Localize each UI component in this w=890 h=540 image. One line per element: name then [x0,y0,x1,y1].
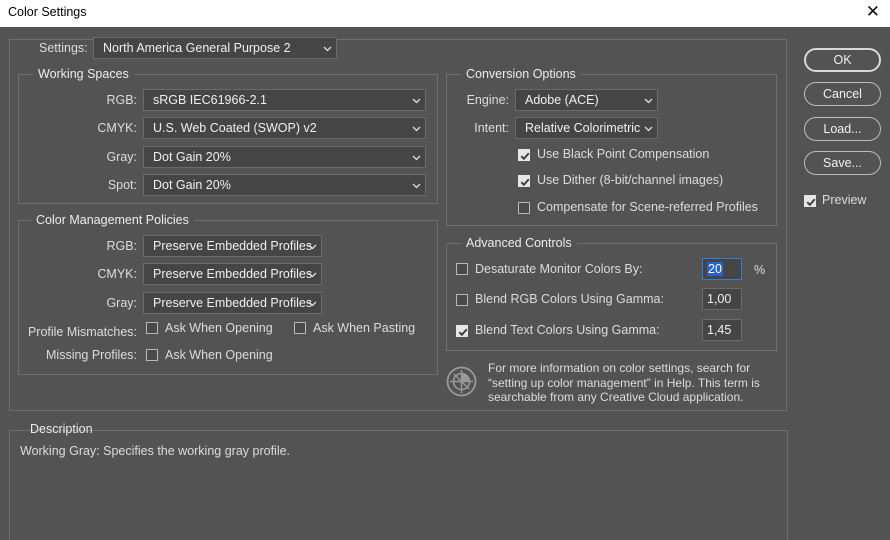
info-text: For more information on color settings, … [488,361,760,405]
conversion-title: Conversion Options [461,67,581,81]
dither-label: Use Dither (8-bit/channel images) [537,173,724,187]
ok-button[interactable]: OK [804,48,881,72]
cancel-button[interactable]: Cancel [804,82,881,106]
ws-spot-value: Dot Gain 20% [153,178,231,192]
blend-text-input[interactable]: 1,45 [702,319,742,341]
info-line-3: searchable from any Creative Cloud appli… [488,390,744,404]
ws-rgb-label: RGB: [106,93,137,107]
intent-value: Relative Colorimetric [525,121,641,135]
intent-label: Intent: [474,121,509,135]
cmp-cmyk-value: Preserve Embedded Profiles [153,267,313,281]
checkmark-icon [806,198,816,207]
blend-rgb-label: Blend RGB Colors Using Gamma: [475,292,664,306]
intent-dropdown[interactable]: Relative Colorimetric [515,117,658,139]
black-point-checkbox[interactable] [518,149,530,161]
window-title: Color Settings [8,5,87,19]
mismatch-ask-pasting-checkbox[interactable] [294,322,306,334]
ws-gray-value: Dot Gain 20% [153,150,231,164]
desaturate-checkbox[interactable] [456,263,468,275]
ws-rgb-value: sRGB IEC61966-2.1 [153,93,267,107]
cmp-rgb-label: RGB: [106,239,137,253]
load-button[interactable]: Load... [804,117,881,141]
blend-text-label: Blend Text Colors Using Gamma: [475,323,660,337]
cmp-cmyk-label: CMYK: [97,267,137,281]
ws-cmyk-dropdown[interactable]: U.S. Web Coated (SWOP) v2 [143,117,426,139]
checkmark-icon [520,152,530,161]
cmp-gray-dropdown[interactable]: Preserve Embedded Profiles [143,292,322,314]
ws-gray-dropdown[interactable]: Dot Gain 20% [143,146,426,168]
ws-cmyk-value: U.S. Web Coated (SWOP) v2 [153,121,317,135]
ws-rgb-dropdown[interactable]: sRGB IEC61966-2.1 [143,89,426,111]
info-line-2: “setting up color management” in Help. T… [488,375,760,390]
chevron-down-icon [412,126,421,132]
blend-rgb-value: 1,00 [707,292,732,306]
chevron-down-icon [644,98,653,104]
description-title: Description [30,422,93,436]
cmp-rgb-dropdown[interactable]: Preserve Embedded Profiles [143,235,322,257]
ws-spot-label: Spot: [107,178,137,192]
scene-referred-label: Compensate for Scene-referred Profiles [537,200,758,214]
desaturate-label: Desaturate Monitor Colors By: [475,262,643,276]
ws-spot-dropdown[interactable]: Dot Gain 20% [143,174,426,196]
engine-value: Adobe (ACE) [525,93,599,107]
black-point-label: Use Black Point Compensation [537,147,710,161]
settings-value: North America General Purpose 2 [103,41,291,55]
missing-ask-opening-checkbox[interactable] [146,349,158,361]
chevron-down-icon [412,155,421,161]
settings-label: Settings: [38,41,89,55]
save-button[interactable]: Save... [804,151,881,175]
desaturate-unit: % [754,263,766,277]
preview-label: Preview [822,193,867,207]
checkmark-icon [520,178,530,187]
chevron-down-icon [412,183,421,189]
mismatch-ask-pasting-label: Ask When Pasting [313,321,416,335]
settings-dropdown[interactable]: North America General Purpose 2 [93,37,337,59]
dither-checkbox[interactable] [518,175,530,187]
chevron-down-icon [308,272,317,278]
preview-checkbox[interactable] [804,195,816,207]
cmp-gray-value: Preserve Embedded Profiles [153,296,313,310]
working-spaces-title: Working Spaces [33,67,134,81]
chevron-down-icon [323,46,332,52]
chevron-down-icon [308,301,317,307]
title-bar: Color Settings ✕ [0,0,890,27]
checkmark-icon [458,328,468,337]
info-line-1: For more information on color settings, … [488,361,751,375]
blend-rgb-input[interactable]: 1,00 [702,288,742,310]
ws-gray-label: Gray: [106,150,137,164]
blend-rgb-checkbox[interactable] [456,294,468,306]
blend-text-checkbox[interactable] [456,325,468,337]
globe-icon [446,366,477,397]
desaturate-input[interactable]: 20 [702,258,742,280]
mismatch-ask-opening-label: Ask When Opening [165,321,273,335]
cmp-gray-label: Gray: [106,296,137,310]
scene-referred-checkbox[interactable] [518,202,530,214]
missing-profiles-label: Missing Profiles: [46,348,137,362]
blend-text-value: 1,45 [707,323,732,337]
close-icon[interactable]: ✕ [866,2,880,22]
policies-title: Color Management Policies [31,213,194,227]
missing-ask-opening-label: Ask When Opening [165,348,273,362]
description-text: Working Gray: Specifies the working gray… [20,444,291,458]
engine-dropdown[interactable]: Adobe (ACE) [515,89,658,111]
cmp-rgb-value: Preserve Embedded Profiles [153,239,313,253]
chevron-down-icon [308,244,317,250]
profile-mismatches-label: Profile Mismatches: [27,325,137,339]
mismatch-ask-opening-checkbox[interactable] [146,322,158,334]
desaturate-value: 20 [707,262,723,276]
advanced-title: Advanced Controls [461,236,577,250]
chevron-down-icon [412,98,421,104]
chevron-down-icon [644,126,653,132]
cmp-cmyk-dropdown[interactable]: Preserve Embedded Profiles [143,263,322,285]
ws-cmyk-label: CMYK: [97,121,137,135]
engine-label: Engine: [466,93,509,107]
